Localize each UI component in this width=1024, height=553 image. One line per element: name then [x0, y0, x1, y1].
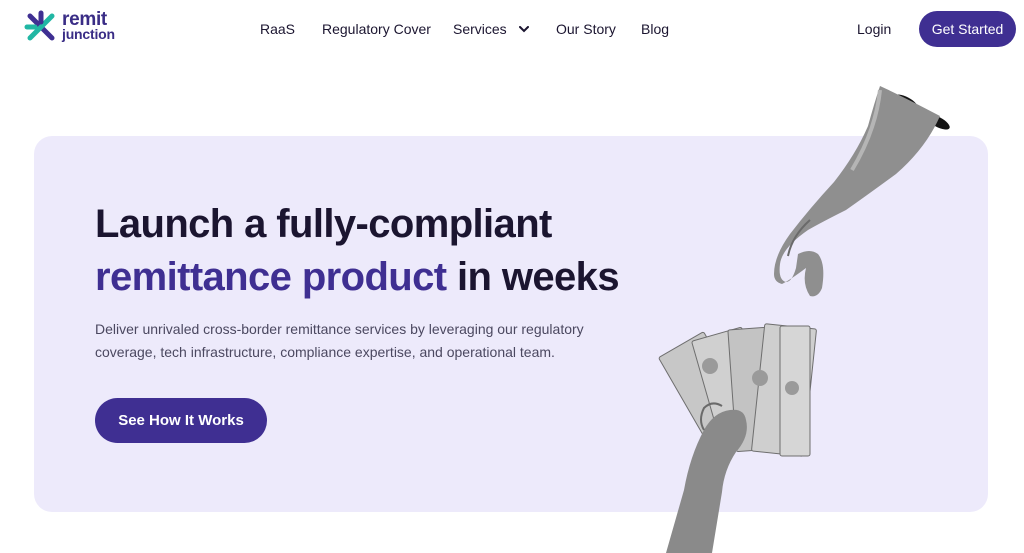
get-started-button[interactable]: Get Started: [919, 11, 1016, 47]
logo-text-line2: junction: [62, 26, 115, 42]
nav-link-our-story[interactable]: Our Story: [556, 21, 616, 37]
hero-headline-line1: Launch a fully-compliant: [95, 202, 552, 246]
logo-text-line1: remit: [62, 9, 107, 30]
nav-link-services[interactable]: Services: [453, 21, 529, 37]
hero-subtext: Deliver unrivaled cross-border remittanc…: [95, 321, 584, 360]
top-navbar: remit junction RaaS Regulatory Cover Ser…: [0, 0, 1024, 60]
hero-illustration: [658, 86, 950, 553]
reaching-hand-shape: [774, 86, 940, 297]
logo-wordmark: remit junction: [62, 9, 115, 42]
brand-logo[interactable]: remit junction: [24, 10, 115, 44]
hero-headline-accent: remittance product: [95, 255, 447, 299]
nav-link-raas[interactable]: RaaS: [260, 21, 295, 37]
hero-headline-rest: in weeks: [446, 255, 620, 299]
nav-link-blog[interactable]: Blog: [641, 21, 669, 37]
chevron-down-icon: [518, 26, 529, 33]
logo-mark-icon: [24, 10, 55, 41]
login-link[interactable]: Login: [857, 21, 891, 37]
nav-link-regulatory-cover[interactable]: Regulatory Cover: [322, 21, 431, 37]
nav-link-services-label: Services: [453, 21, 507, 37]
hero-headline: Launch a fully-compliant remittance prod…: [95, 198, 620, 304]
see-how-it-works-button[interactable]: See How It Works: [95, 398, 267, 443]
